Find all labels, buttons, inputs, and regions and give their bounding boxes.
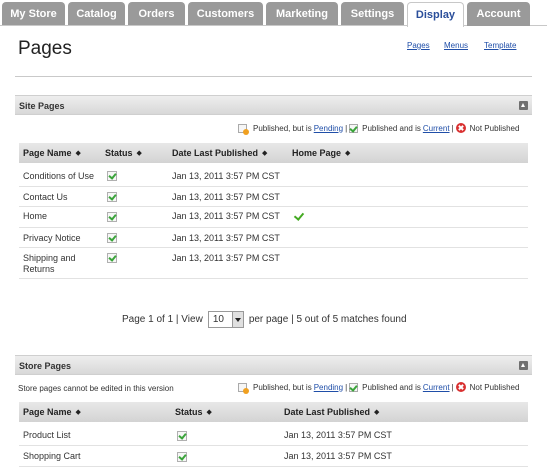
tab-my-store[interactable]: My Store — [2, 2, 65, 26]
site-pages-table-header: Page Name ◆ Status ◆ Date Last Published ◆ … — [19, 143, 528, 163]
date-published: Jan 13, 2011 3:57 PM CST — [172, 192, 280, 202]
chevron-down-icon[interactable] — [231, 312, 243, 327]
collapse-icon[interactable] — [519, 361, 528, 370]
col-status[interactable]: Status ◆ — [175, 407, 212, 417]
legend-not-published-text: Not Published — [469, 382, 520, 392]
col-date-last-published[interactable]: Date Last Published ◆ — [172, 148, 267, 158]
sort-icon: ◆ — [262, 150, 268, 157]
col-date-last-published[interactable]: Date Last Published ◆ — [284, 407, 379, 417]
date-published: Jan 13, 2011 3:57 PM CST — [284, 430, 392, 440]
pager-text: Page 1 of 1 | View — [122, 314, 203, 325]
table-row[interactable]: Home Jan 13, 2011 3:57 PM CST — [19, 207, 528, 228]
tab-display[interactable]: Display — [407, 2, 464, 27]
page-title: Pages — [18, 38, 72, 59]
current-status-icon — [107, 233, 117, 243]
legend-pending-link[interactable]: Pending — [314, 124, 343, 133]
legend-current-text: Published and is — [362, 382, 421, 392]
per-page-select[interactable]: 10 — [207, 311, 244, 328]
legend-current-link[interactable]: Current — [423, 383, 450, 392]
status-legend: Published, but is Pending | Published an… — [238, 123, 520, 135]
legend-separator: | — [451, 382, 454, 392]
date-published: Jan 13, 2011 3:57 PM CST — [284, 451, 392, 461]
store-pages-title: Store Pages — [19, 361, 72, 371]
current-status-icon — [107, 171, 117, 181]
link-template[interactable]: Template — [484, 41, 516, 50]
table-row[interactable]: Product List Jan 13, 2011 3:57 PM CST — [19, 425, 528, 446]
pager-summary: per page | 5 out of 5 matches found — [248, 314, 407, 325]
date-published: Jan 13, 2011 3:57 PM CST — [172, 171, 280, 181]
table-row[interactable]: Shopping Cart Jan 13, 2011 3:57 PM CST — [19, 446, 528, 467]
page-name[interactable]: Shipping and Returns — [23, 253, 76, 275]
legend-not-published-text: Not Published — [469, 123, 520, 133]
sort-icon: ◆ — [345, 150, 351, 157]
col-page-name[interactable]: Page Name ◆ — [23, 148, 81, 158]
legend-pending-link[interactable]: Pending — [314, 383, 343, 392]
table-row[interactable]: Conditions of Use Jan 13, 2011 3:57 PM C… — [19, 165, 528, 187]
tab-marketing[interactable]: Marketing — [266, 2, 338, 26]
store-pages-table-header: Page Name ◆ Status ◆ Date Last Published ◆ — [19, 402, 528, 422]
site-pages-header: Site Pages — [15, 95, 532, 115]
sort-icon: ◆ — [75, 409, 81, 416]
current-icon — [349, 382, 359, 392]
legend-current-link[interactable]: Current — [423, 124, 450, 133]
link-menus[interactable]: Menus — [444, 41, 468, 50]
current-status-icon — [177, 431, 187, 441]
table-row[interactable]: Shipping and Returns Jan 13, 2011 3:57 PM… — [19, 248, 528, 279]
pagination: Page 1 of 1 | View 10 per page | 5 out o… — [122, 311, 407, 328]
sort-icon: ◆ — [374, 409, 380, 416]
current-status-icon — [107, 212, 117, 222]
current-status-icon — [107, 192, 117, 202]
legend-current-text: Published and is — [362, 123, 421, 133]
legend-pending-text: Published, but is — [253, 123, 312, 133]
legend-separator: | — [345, 382, 348, 392]
pending-icon — [238, 382, 249, 394]
legend-separator: | — [451, 123, 454, 133]
not-published-icon — [455, 123, 466, 133]
sort-icon: ◆ — [136, 150, 142, 157]
page-name[interactable]: Conditions of Use — [23, 171, 94, 182]
tab-catalog[interactable]: Catalog — [68, 2, 125, 26]
title-divider — [15, 76, 532, 77]
current-status-icon — [177, 452, 187, 462]
sort-icon: ◆ — [206, 409, 212, 416]
col-page-name[interactable]: Page Name ◆ — [23, 407, 81, 417]
tab-settings[interactable]: Settings — [341, 2, 404, 26]
page-name[interactable]: Home — [23, 211, 47, 222]
site-pages-title: Site Pages — [19, 101, 65, 111]
status-legend: Published, but is Pending | Published an… — [238, 382, 520, 394]
store-pages-header: Store Pages — [15, 355, 532, 375]
pending-icon — [238, 123, 249, 135]
col-status[interactable]: Status ◆ — [105, 148, 142, 158]
page-name[interactable]: Privacy Notice — [23, 233, 81, 244]
link-pages[interactable]: Pages — [407, 41, 430, 50]
date-published: Jan 13, 2011 3:57 PM CST — [172, 253, 280, 263]
date-published: Jan 13, 2011 3:57 PM CST — [172, 211, 280, 221]
tab-account[interactable]: Account — [467, 2, 530, 26]
page-name[interactable]: Contact Us — [23, 192, 68, 203]
main-nav-tabs: My Store Catalog Orders Customers Market… — [0, 0, 547, 27]
legend-separator: | — [345, 123, 348, 133]
not-published-icon — [455, 382, 466, 392]
legend-pending-text: Published, but is — [253, 382, 312, 392]
tab-orders[interactable]: Orders — [128, 2, 185, 26]
collapse-icon[interactable] — [519, 101, 528, 110]
current-icon — [349, 123, 359, 133]
page-name: Product List — [23, 430, 71, 440]
sort-icon: ◆ — [75, 150, 81, 157]
tab-customers[interactable]: Customers — [188, 2, 263, 26]
page-name: Shopping Cart — [23, 451, 81, 461]
table-row[interactable]: Privacy Notice Jan 13, 2011 3:57 PM CST — [19, 228, 528, 248]
current-status-icon — [107, 253, 117, 263]
per-page-value: 10 — [212, 314, 224, 325]
home-page-check-icon — [293, 210, 305, 221]
col-home-page[interactable]: Home Page ◆ — [292, 148, 350, 158]
date-published: Jan 13, 2011 3:57 PM CST — [172, 233, 280, 243]
table-row[interactable]: Contact Us Jan 13, 2011 3:57 PM CST — [19, 187, 528, 207]
store-pages-note: Store pages cannot be edited in this ver… — [18, 384, 174, 393]
tab-divider — [0, 25, 547, 26]
